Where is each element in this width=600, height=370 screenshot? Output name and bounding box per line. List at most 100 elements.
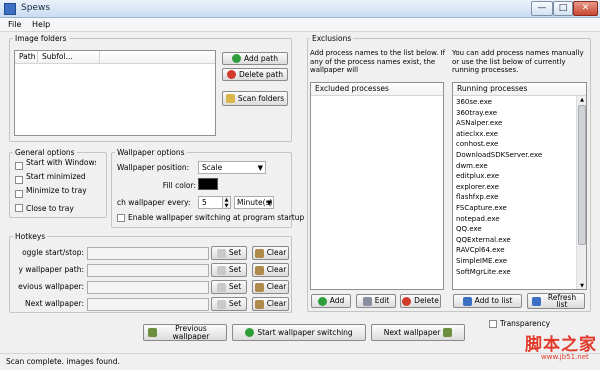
clear-label: Clear — [266, 265, 287, 274]
running-process-item[interactable]: notepad.exe — [456, 214, 500, 225]
excluded-processes-list[interactable]: Excluded processes — [310, 82, 444, 290]
transparency-checkbox[interactable] — [489, 320, 497, 328]
minimize-button[interactable]: — — [531, 1, 553, 16]
image-folders-list[interactable]: Path Subfol... — [14, 50, 216, 136]
running-process-item[interactable]: conhost.exe — [456, 139, 498, 150]
wallpaper-position-label: Wallpaper position: — [117, 163, 190, 172]
image-folders-label: Image folders — [13, 34, 69, 43]
running-processes-scrollbar[interactable]: ▲ ▼ — [576, 96, 586, 289]
delete-icon — [402, 296, 412, 306]
fill-color-swatch[interactable] — [198, 178, 218, 190]
plus-icon — [232, 54, 242, 63]
set-label: Set — [228, 265, 242, 274]
start-minimized-checkbox[interactable] — [15, 176, 23, 184]
exclusions-hint-left: Add process names to the list below. If … — [310, 49, 446, 75]
running-process-item[interactable]: 360tray.exe — [456, 108, 497, 119]
running-processes-list[interactable]: Running processes 360se.exe 360tray.exe AS… — [452, 82, 587, 290]
hotkey-previous-input[interactable] — [87, 281, 209, 294]
set-label: Set — [228, 248, 242, 257]
exclusions-label: Exclusions — [310, 34, 354, 43]
hotkey-next-clear-button[interactable]: Clear — [252, 297, 289, 311]
previous-wallpaper-label: Previous wallpaper — [172, 324, 210, 341]
hotkey-toggle-clear-button[interactable]: Clear — [252, 246, 289, 260]
clear-label: Clear — [266, 299, 287, 308]
running-processes-header: Running processes — [453, 83, 586, 96]
close-to-tray-checkbox[interactable] — [15, 204, 23, 212]
image-icon — [148, 328, 157, 337]
hotkey-next-set-button[interactable]: Set — [211, 297, 247, 311]
refresh-list-label: Refresh list — [547, 293, 577, 309]
running-process-item[interactable]: dwm.exe — [456, 161, 488, 172]
refresh-list-button[interactable]: Refresh list — [527, 293, 585, 309]
hotkey-copy-path-input[interactable] — [87, 264, 209, 277]
start-switching-label: Start wallpaper switching — [257, 327, 353, 337]
start-switching-button[interactable]: Start wallpaper switching — [232, 324, 366, 341]
running-process-item[interactable]: QQExternal.exe — [456, 235, 511, 246]
delete-path-button[interactable]: Delete path — [222, 68, 288, 81]
running-process-item[interactable]: DownloadSDKServer.exe — [456, 150, 542, 161]
running-process-item[interactable]: RAVCpl64.exe — [456, 245, 505, 256]
menu-help[interactable]: Help — [28, 19, 54, 31]
next-wallpaper-button[interactable]: Next wallpaper — [371, 324, 465, 341]
running-process-item[interactable]: explorer.exe — [456, 182, 499, 193]
scroll-up-icon[interactable]: ▲ — [578, 96, 586, 104]
check-icon — [245, 328, 255, 337]
close-to-tray-label: Close to tray — [26, 204, 74, 213]
minimize-to-tray-label: Minimize to tray — [26, 187, 87, 195]
hotkey-copy-path-set-button[interactable]: Set — [211, 263, 247, 277]
menu-file[interactable]: File — [4, 19, 25, 31]
close-button[interactable]: ✕ — [573, 1, 598, 16]
hotkey-toggle-input[interactable] — [87, 247, 209, 260]
wallpaper-options-label: Wallpaper options — [115, 148, 187, 157]
edit-label: Edit — [374, 296, 390, 305]
running-process-item[interactable]: ASNalper.exe — [456, 118, 502, 129]
running-process-item[interactable]: 360se.exe — [456, 97, 492, 108]
hotkey-next-input[interactable] — [87, 298, 209, 311]
hotkey-toggle-set-button[interactable]: Set — [211, 246, 247, 260]
minus-icon — [226, 70, 236, 79]
add-to-list-button[interactable]: Add to list — [453, 294, 522, 308]
hotkey-previous-set-button[interactable]: Set — [211, 280, 247, 294]
status-text: Scan complete. images found. — [6, 357, 120, 366]
scan-folders-button[interactable]: Scan folders — [222, 91, 288, 106]
hotkey-toggle-label: oggle start/stop: — [22, 248, 84, 257]
add-path-button[interactable]: Add path — [222, 52, 288, 65]
running-process-item[interactable]: flashfxp.exe — [456, 192, 498, 203]
running-process-item[interactable]: QQ.exe — [456, 224, 482, 235]
delete-exclusion-button[interactable]: Delete — [400, 294, 441, 308]
enable-switching-label: Enable wallpaper switching at program st… — [128, 213, 305, 222]
previous-wallpaper-button[interactable]: Previous wallpaper — [143, 324, 227, 341]
next-wallpaper-label: Next wallpaper — [383, 327, 441, 337]
start-with-windows-checkbox[interactable] — [15, 162, 23, 170]
scroll-down-icon[interactable]: ▼ — [578, 282, 586, 289]
plus-icon — [317, 296, 327, 306]
hotkeys-label: Hotkeys — [13, 232, 48, 241]
running-process-item[interactable]: SimpleIME.exe — [456, 256, 507, 267]
change-every-stepper[interactable]: ▲ ▼ — [222, 196, 231, 209]
folders-list-header: Path Subfol... — [15, 51, 215, 64]
enable-switching-checkbox[interactable] — [117, 214, 125, 222]
running-process-item[interactable]: FSCapture.exe — [456, 203, 507, 214]
running-process-item[interactable]: atieclxx.exe — [456, 129, 498, 140]
hotkey-previous-clear-button[interactable]: Clear — [252, 280, 289, 294]
scrollbar-thumb[interactable] — [578, 105, 586, 245]
broom-icon — [254, 265, 264, 275]
general-options-label: General options — [13, 148, 77, 157]
running-process-item[interactable]: SoftMgrLite.exe — [456, 267, 511, 278]
maximize-button[interactable]: □ — [553, 1, 573, 16]
watermark-logo: 脚本之家 — [525, 335, 597, 355]
status-bar: Scan complete. images found. — [0, 353, 600, 370]
change-unit-select[interactable]: Minute(s) ▼ — [234, 196, 274, 209]
clear-label: Clear — [266, 282, 287, 291]
app-icon — [4, 3, 16, 15]
delete-label: Delete — [414, 296, 439, 305]
edit-exclusion-button[interactable]: Edit — [356, 294, 396, 308]
hotkey-copy-path-clear-button[interactable]: Clear — [252, 263, 289, 277]
column-subfolders[interactable]: Subfol... — [42, 51, 73, 63]
wallpaper-position-select[interactable]: Scale ▼ — [198, 161, 266, 174]
column-path[interactable]: Path — [19, 51, 35, 63]
running-process-item[interactable]: editplux.exe — [456, 171, 499, 182]
add-exclusion-button[interactable]: Add — [311, 294, 351, 308]
minimize-to-tray-checkbox[interactable] — [15, 190, 23, 198]
change-every-input[interactable]: 5 — [198, 196, 224, 209]
